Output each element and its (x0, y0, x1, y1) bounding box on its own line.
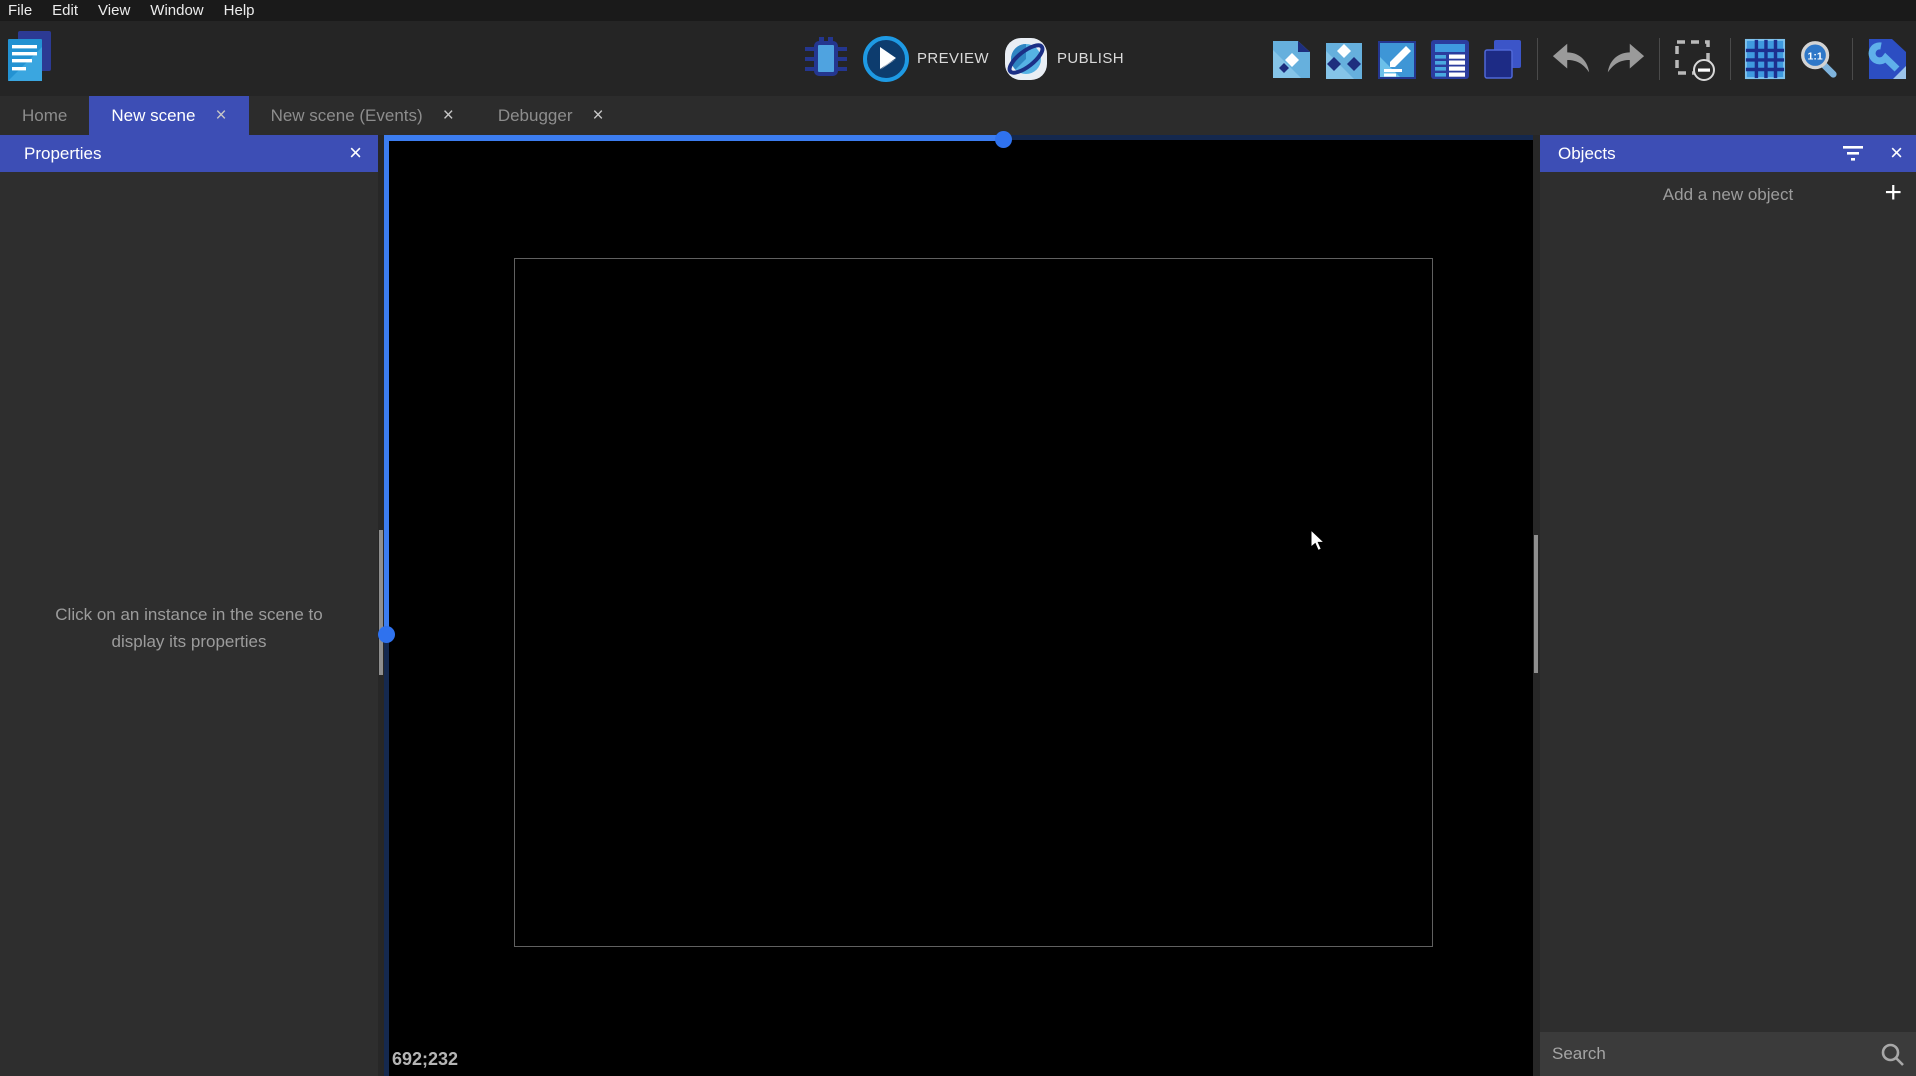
scrollbar-thumb[interactable] (379, 530, 383, 675)
toggle-grid-icon[interactable] (1744, 37, 1786, 81)
tab-label: Home (22, 105, 68, 125)
objects-search-bar (1540, 1032, 1916, 1076)
open-objects-editor-icon[interactable] (1270, 37, 1312, 81)
tab-new-scene-events[interactable]: New scene (Events) × (249, 96, 476, 135)
properties-panel-title: Properties (24, 143, 102, 163)
tab-new-scene[interactable]: New scene × (89, 96, 249, 135)
toolbar-separator (1852, 37, 1853, 80)
svg-text:1:1: 1:1 (1808, 50, 1823, 62)
scene-editor-canvas[interactable]: 692;232 (378, 131, 1533, 1076)
publish-label: PUBLISH (1056, 50, 1124, 67)
scrollbar-thumb[interactable] (1534, 535, 1538, 673)
objects-panel-header: Objects × (1540, 135, 1916, 172)
plus-icon[interactable]: + (1884, 176, 1902, 210)
search-icon[interactable] (1880, 1042, 1906, 1073)
toolbar-separator (1730, 37, 1731, 80)
tab-label: Debugger (497, 105, 573, 125)
open-settings-icon[interactable] (1866, 37, 1908, 81)
undo-icon[interactable] (1551, 37, 1593, 81)
cursor-coordinates: 692;232 (392, 1049, 459, 1069)
scrollbar-track-active (384, 135, 1003, 141)
publish-globe-icon (1002, 35, 1050, 83)
scrollbar-track (384, 629, 389, 1076)
project-manager-icon[interactable] (6, 29, 54, 85)
preview-button[interactable]: PREVIEW (862, 35, 989, 83)
toolbar-separator (1659, 37, 1660, 80)
game-window-boundary (514, 258, 1433, 947)
redo-icon[interactable] (1604, 37, 1646, 81)
zoom-1-1-icon[interactable]: 1:1 (1797, 37, 1839, 81)
canvas-horizontal-scrollbar[interactable] (384, 131, 1533, 148)
menu-file[interactable]: File (8, 0, 42, 21)
tab-label: New scene (Events) (270, 105, 423, 125)
menu-window[interactable]: Window (140, 0, 213, 21)
add-new-object-row[interactable]: Add a new object + (1540, 172, 1916, 218)
menu-view[interactable]: View (88, 0, 140, 21)
toolbar-right-group: 1:1 (1270, 21, 1908, 96)
tab-close-icon[interactable]: × (592, 106, 603, 125)
preview-play-icon (862, 35, 910, 83)
properties-empty-hint: Click on an instance in the scene to dis… (55, 605, 323, 651)
scrollbar-track-active (384, 135, 389, 629)
properties-panel-header: Properties × (0, 135, 378, 172)
gdevelop-window: File Edit View Window Help PREVIEW PUBLI… (0, 0, 1916, 1076)
tab-label: New scene (111, 105, 196, 125)
open-layers-editor-icon[interactable] (1482, 37, 1524, 81)
mouse-cursor-icon (1310, 528, 1328, 559)
close-icon[interactable]: × (349, 142, 362, 164)
menu-help[interactable]: Help (214, 0, 265, 21)
scrollbar-track (1003, 135, 1533, 140)
tab-debugger[interactable]: Debugger × (476, 96, 626, 135)
tab-close-icon[interactable]: × (215, 106, 226, 125)
search-input[interactable] (1552, 1032, 1852, 1076)
scrollbar-thumb-dot[interactable] (995, 131, 1012, 148)
editor-tab-bar: Home New scene × New scene (Events) × De… (0, 96, 1916, 135)
debugger-bug-icon[interactable] (803, 34, 849, 84)
close-icon[interactable]: × (1890, 142, 1903, 164)
tab-close-icon[interactable]: × (443, 106, 454, 125)
menu-edit[interactable]: Edit (42, 0, 88, 21)
tab-home[interactable]: Home (0, 96, 89, 135)
objects-panel: Objects × Add a new object + (1540, 135, 1916, 1076)
toolbar-separator (1537, 37, 1538, 80)
add-new-object-label: Add a new object (1662, 185, 1794, 204)
objects-panel-title: Objects (1558, 143, 1616, 163)
preview-label: PREVIEW (917, 50, 989, 67)
properties-panel: Properties × Click on an instance in the… (0, 135, 378, 1076)
toolbar-center-group: PREVIEW PUBLISH (803, 21, 1124, 96)
scrollbar-thumb-dot[interactable] (378, 626, 395, 643)
menu-bar: File Edit View Window Help (0, 0, 1916, 21)
open-object-groups-icon[interactable] (1323, 37, 1365, 81)
editor-content: Properties × Click on an instance in the… (0, 131, 1916, 1076)
canvas-vertical-scrollbar[interactable] (378, 135, 395, 1076)
open-instances-list-icon[interactable] (1429, 37, 1471, 81)
filter-icon[interactable] (1842, 145, 1864, 167)
toggle-window-mask-icon[interactable] (1673, 37, 1717, 81)
right-panel-scrollbar[interactable] (1533, 135, 1540, 1076)
publish-button[interactable]: PUBLISH (1002, 35, 1124, 83)
main-toolbar: PREVIEW PUBLISH 1:1 (0, 21, 1916, 96)
open-properties-icon[interactable] (1376, 37, 1418, 81)
